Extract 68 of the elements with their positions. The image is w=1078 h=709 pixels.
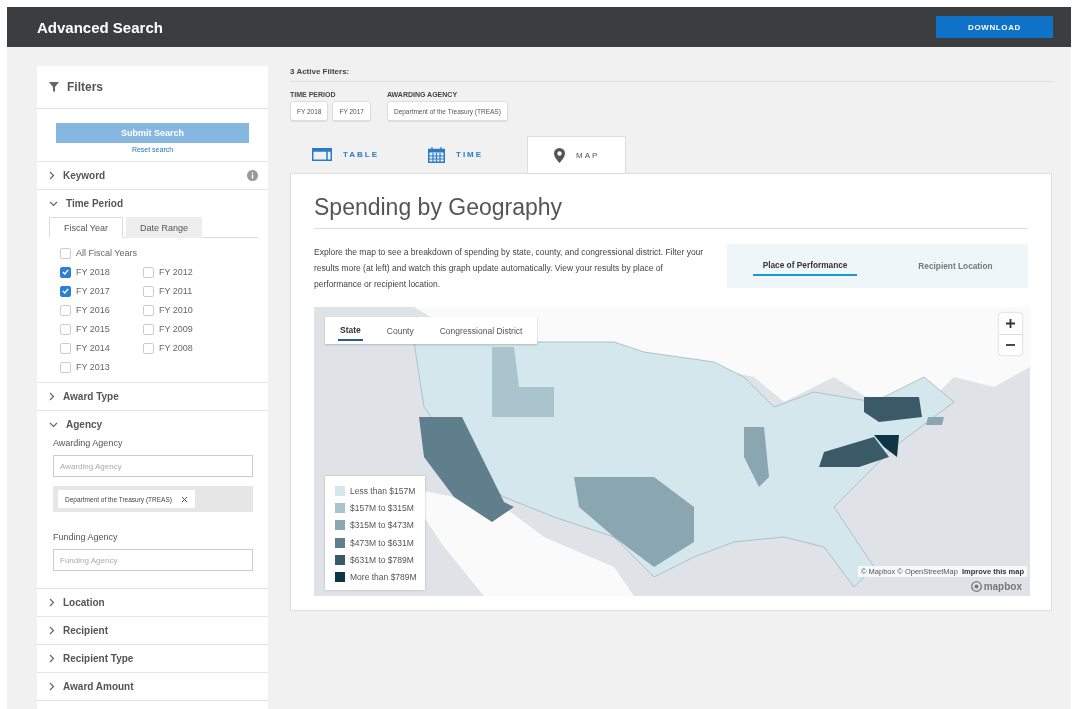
section-heading[interactable]: Recipient Type [63,653,134,664]
table-icon [312,148,332,161]
section-heading[interactable]: Time Period [66,198,124,209]
checkbox[interactable] [60,304,71,316]
checkbox[interactable] [60,361,71,373]
page-title: Advanced Search [37,18,163,36]
checkbox-label: FY 2016 [76,305,110,315]
filter-tab[interactable]: Fiscal Year [49,217,124,238]
map-scope-tab[interactable]: Congressional District [437,320,525,341]
checkbox[interactable] [60,266,71,278]
legend-label: More than $789M [350,572,417,583]
logo-text: mapbox [983,581,1022,592]
filter-icon [49,82,59,92]
section-heading[interactable]: Keyword [63,170,106,181]
checkbox-label: FY 2015 [76,324,110,334]
input-field[interactable]: Awarding Agency [53,455,253,477]
checkbox-label: FY 2014 [76,343,110,353]
download-button[interactable]: DOWNLOAD [936,16,1053,38]
checkbox[interactable] [60,323,71,335]
checkbox[interactable] [143,342,154,354]
checkbox[interactable] [143,266,154,278]
checkbox-label: FY 2017 [76,286,110,296]
map-pin-icon [554,147,565,163]
checkbox-label: All Fiscal Years [76,248,138,258]
map-scope-tab[interactable]: County [384,320,416,341]
info-icon[interactable] [247,170,258,181]
field-label: Funding Agency [53,532,119,542]
legend-label: $157M to $315M [350,503,414,514]
checkbox[interactable] [143,323,154,335]
view-tab[interactable]: TABLE [290,136,406,173]
legend-label: $631M to $789M [350,555,414,566]
active-filters-title: 3 Active Filters: [290,66,1052,82]
section-heading[interactable]: Award Type [63,391,119,402]
checkbox-label: FY 2009 [159,324,193,334]
description-text: Explore the map to see a breakdown of spending by state, county, and congressional district. Filter your results more (at left) and watch this graph update automatically. View your results by place of performance or recipient location. [314,246,705,291]
legend-label: $473M to $631M [350,537,414,548]
sidebar-title: Filters [67,80,103,94]
minus-icon [1006,344,1015,346]
checkbox[interactable] [60,285,71,297]
input-field[interactable]: Funding Agency [53,549,253,571]
checkbox[interactable] [60,342,71,354]
checkbox-label: FY 2013 [76,362,110,372]
filter-tab[interactable]: Date Range [126,217,203,238]
section-title: Spending by Geography [314,194,1028,229]
section-heading[interactable]: Award Amount [63,681,134,692]
section-heading[interactable]: Location [63,597,105,608]
view-tab[interactable]: MAP [527,136,627,173]
checkbox-label: FY 2008 [159,343,193,353]
map-scope-tab[interactable]: State [338,320,363,341]
legend-label: $315M to $473M [350,520,414,531]
checkbox-label: FY 2010 [159,305,193,315]
logo-icon [970,581,982,592]
location-toggle-option[interactable]: Recipient Location [908,256,1003,276]
calendar-icon [428,146,445,163]
close-icon[interactable] [180,495,188,503]
checkbox[interactable] [143,285,154,297]
legend-label: Less than $157M [350,485,416,496]
checkbox-label: FY 2018 [76,267,110,277]
view-tab[interactable]: TIME [406,136,522,173]
checkbox[interactable] [60,247,71,259]
plus-icon [1006,319,1015,328]
field-label: Awarding Agency [53,438,124,448]
checkbox-label: FY 2012 [159,267,193,277]
checkbox[interactable] [143,304,154,316]
location-toggle-option[interactable]: Place of Performance [752,256,858,276]
checkbox-label: FY 2011 [159,286,193,296]
section-heading[interactable]: Recipient [63,625,108,636]
section-heading[interactable]: Agency [66,419,103,430]
